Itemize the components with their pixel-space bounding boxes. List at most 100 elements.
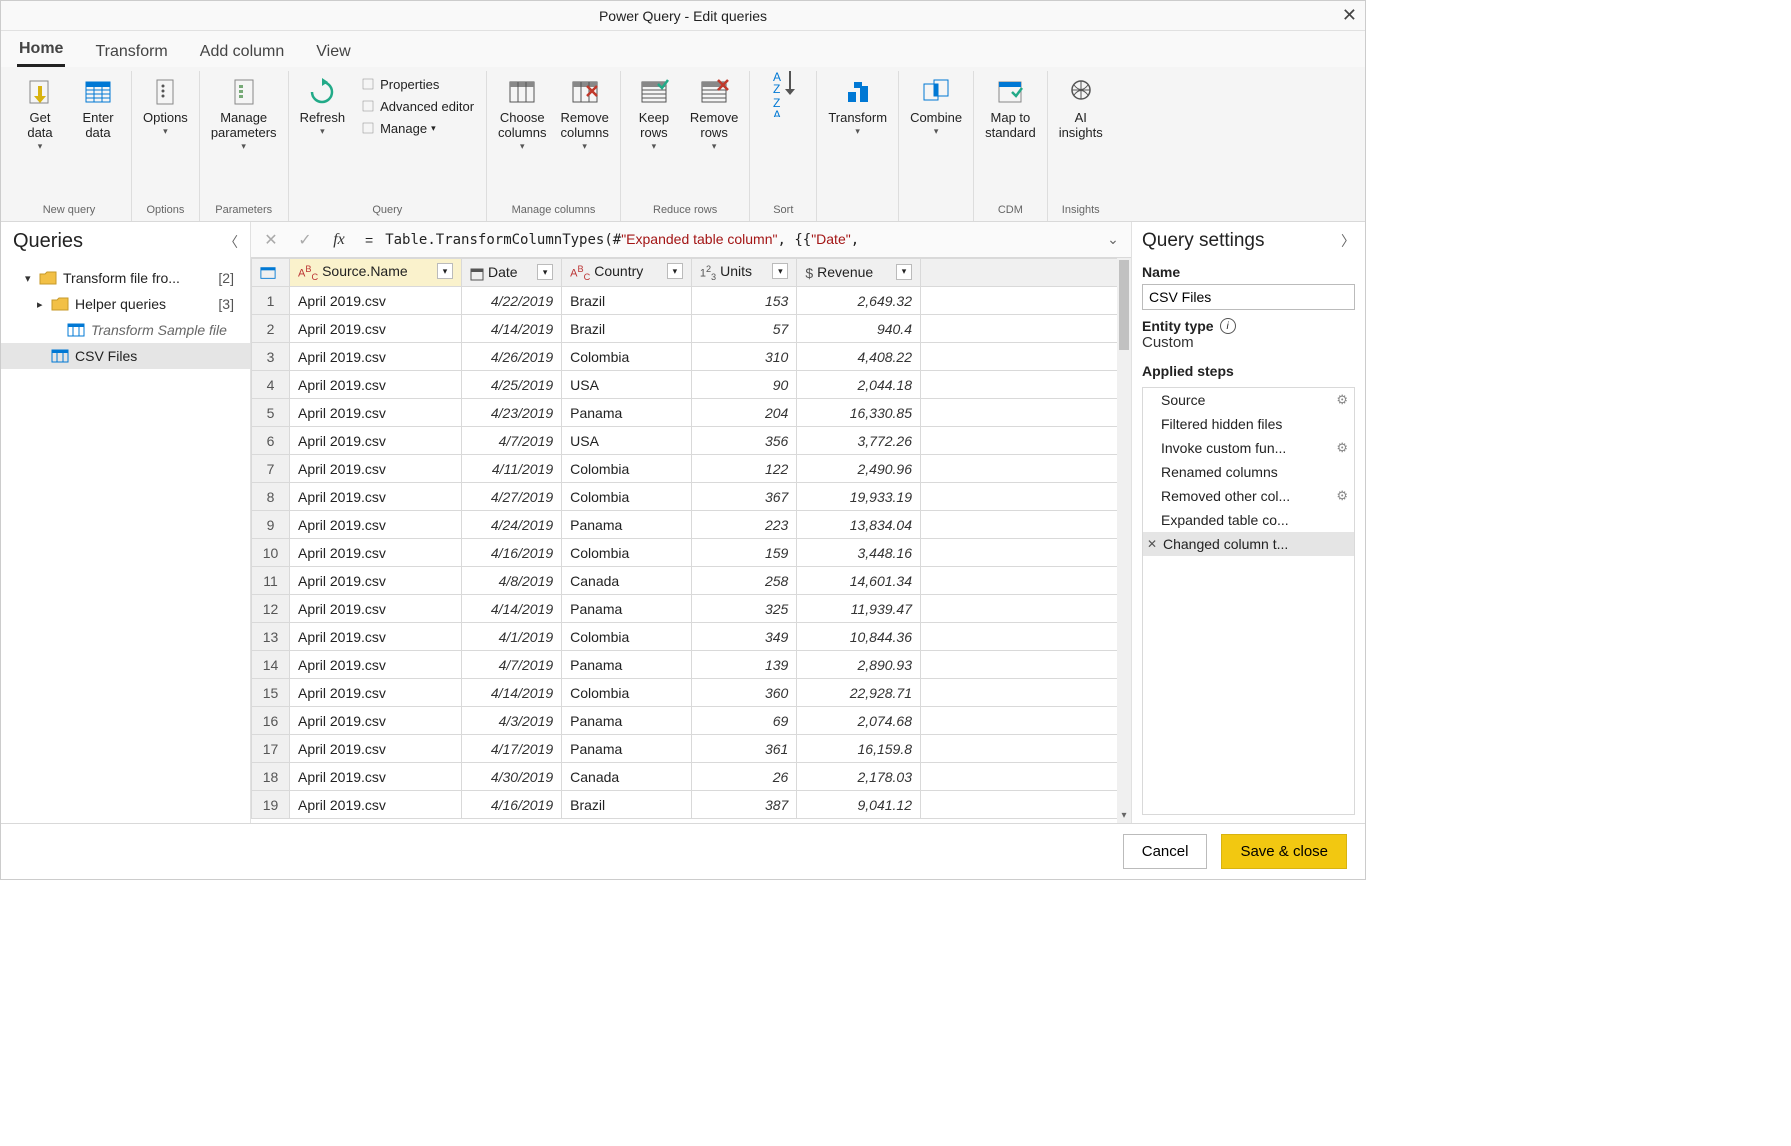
row-number[interactable]: 16 (252, 707, 290, 735)
scroll-thumb[interactable] (1119, 260, 1129, 350)
cell[interactable]: Panama (562, 399, 692, 427)
cell[interactable]: 4/8/2019 (461, 567, 561, 595)
cell[interactable]: Colombia (562, 455, 692, 483)
cell[interactable]: April 2019.csv (290, 483, 462, 511)
cell[interactable]: Brazil (562, 791, 692, 819)
row-number[interactable]: 14 (252, 651, 290, 679)
table-row[interactable]: 12April 2019.csv4/14/2019Panama32511,939… (252, 595, 1131, 623)
cell[interactable]: 2,074.68 (797, 707, 921, 735)
cell[interactable]: 325 (691, 595, 797, 623)
cell[interactable]: April 2019.csv (290, 343, 462, 371)
cell[interactable]: April 2019.csv (290, 763, 462, 791)
cell[interactable]: 4/11/2019 (461, 455, 561, 483)
cell[interactable]: 14,601.34 (797, 567, 921, 595)
tab-view[interactable]: View (314, 37, 352, 67)
cell[interactable]: 153 (691, 287, 797, 315)
cell[interactable]: April 2019.csv (290, 623, 462, 651)
query-item[interactable]: ▾Transform file fro...[2] (1, 265, 250, 291)
map-to-standard-button[interactable]: Map to standard (980, 71, 1041, 201)
cell[interactable]: 4/27/2019 (461, 483, 561, 511)
cell[interactable]: 4/30/2019 (461, 763, 561, 791)
cell[interactable]: April 2019.csv (290, 315, 462, 343)
cell[interactable]: 19,933.19 (797, 483, 921, 511)
cell[interactable]: USA (562, 371, 692, 399)
cell[interactable]: 4/23/2019 (461, 399, 561, 427)
cell[interactable]: 2,044.18 (797, 371, 921, 399)
cell[interactable]: Panama (562, 511, 692, 539)
delete-step-icon[interactable]: ✕ (1147, 537, 1161, 551)
cell[interactable]: 4/16/2019 (461, 539, 561, 567)
cell[interactable]: 4/3/2019 (461, 707, 561, 735)
cell[interactable]: 2,890.93 (797, 651, 921, 679)
cell[interactable]: 204 (691, 399, 797, 427)
row-number[interactable]: 18 (252, 763, 290, 791)
cell[interactable]: April 2019.csv (290, 595, 462, 623)
table-row[interactable]: 9April 2019.csv4/24/2019Panama22313,834.… (252, 511, 1131, 539)
table-row[interactable]: 2April 2019.csv4/14/2019Brazil57940.4 (252, 315, 1131, 343)
column-filter-icon[interactable]: ▾ (896, 264, 912, 280)
cell[interactable]: 4/24/2019 (461, 511, 561, 539)
row-number[interactable]: 3 (252, 343, 290, 371)
table-row[interactable]: 1April 2019.csv4/22/2019Brazil1532,649.3… (252, 287, 1131, 315)
column-header[interactable]: ABCCountry▾ (562, 259, 692, 287)
cell[interactable]: 26 (691, 763, 797, 791)
table-row[interactable]: 18April 2019.csv4/30/2019Canada262,178.0… (252, 763, 1131, 791)
data-grid[interactable]: ABCSource.Name▾Date▾ABCCountry▾123Units▾… (251, 258, 1131, 823)
query-name-input[interactable] (1142, 284, 1355, 310)
table-row[interactable]: 19April 2019.csv4/16/2019Brazil3879,041.… (252, 791, 1131, 819)
row-number[interactable]: 4 (252, 371, 290, 399)
cell[interactable]: 367 (691, 483, 797, 511)
cell[interactable]: April 2019.csv (290, 679, 462, 707)
gear-icon[interactable]: ⚙ (1336, 392, 1348, 408)
cell[interactable]: 22,928.71 (797, 679, 921, 707)
applied-step[interactable]: Source⚙ (1143, 388, 1354, 412)
sort-icon-button[interactable]: AZZA (756, 71, 810, 201)
column-filter-icon[interactable]: ▾ (772, 263, 788, 279)
query-item[interactable]: CSV Files (1, 343, 250, 369)
cell[interactable]: 13,834.04 (797, 511, 921, 539)
table-row[interactable]: 11April 2019.csv4/8/2019Canada25814,601.… (252, 567, 1131, 595)
cell[interactable]: 4/16/2019 (461, 791, 561, 819)
cell[interactable]: April 2019.csv (290, 399, 462, 427)
column-type-icon[interactable]: 123 (700, 264, 716, 282)
row-number[interactable]: 13 (252, 623, 290, 651)
cell[interactable]: 258 (691, 567, 797, 595)
row-number[interactable]: 5 (252, 399, 290, 427)
cell[interactable]: April 2019.csv (290, 539, 462, 567)
row-number[interactable]: 11 (252, 567, 290, 595)
enter-data-button[interactable]: Enter data (71, 71, 125, 201)
get-data-button[interactable]: Get data▾ (13, 71, 67, 201)
column-type-icon[interactable]: ABC (298, 264, 318, 282)
cell[interactable]: Panama (562, 707, 692, 735)
keep-rows-button[interactable]: Keep rows▾ (627, 71, 681, 201)
cell[interactable]: April 2019.csv (290, 455, 462, 483)
column-filter-icon[interactable]: ▾ (537, 264, 553, 280)
cell[interactable]: 4/26/2019 (461, 343, 561, 371)
row-number[interactable]: 7 (252, 455, 290, 483)
cell[interactable]: 4/14/2019 (461, 595, 561, 623)
tab-transform[interactable]: Transform (93, 37, 169, 67)
cell[interactable]: April 2019.csv (290, 427, 462, 455)
cell[interactable]: April 2019.csv (290, 651, 462, 679)
table-row[interactable]: 3April 2019.csv4/26/2019Colombia3104,408… (252, 343, 1131, 371)
cell[interactable]: 361 (691, 735, 797, 763)
cell[interactable]: April 2019.csv (290, 735, 462, 763)
save-close-button[interactable]: Save & close (1221, 834, 1347, 869)
column-header[interactable]: $Revenue▾ (797, 259, 921, 287)
tab-home[interactable]: Home (17, 34, 65, 67)
applied-step[interactable]: Filtered hidden files (1143, 412, 1354, 436)
cell[interactable]: Colombia (562, 679, 692, 707)
cell[interactable]: 349 (691, 623, 797, 651)
formula-cancel-icon[interactable]: ✕ (257, 226, 285, 254)
applied-step[interactable]: Expanded table co... (1143, 508, 1354, 532)
table-row[interactable]: 17April 2019.csv4/17/2019Panama36116,159… (252, 735, 1131, 763)
cell[interactable]: April 2019.csv (290, 707, 462, 735)
expand-icon[interactable]: ▸ (37, 298, 51, 311)
cell[interactable]: Panama (562, 595, 692, 623)
advanced-editor-button[interactable]: Advanced editor (354, 95, 480, 117)
cell[interactable]: April 2019.csv (290, 567, 462, 595)
column-type-icon[interactable]: ABC (570, 264, 590, 282)
info-icon[interactable]: i (1220, 318, 1236, 334)
ai-insights-button[interactable]: AI insights (1054, 71, 1108, 201)
gear-icon[interactable]: ⚙ (1336, 440, 1348, 456)
